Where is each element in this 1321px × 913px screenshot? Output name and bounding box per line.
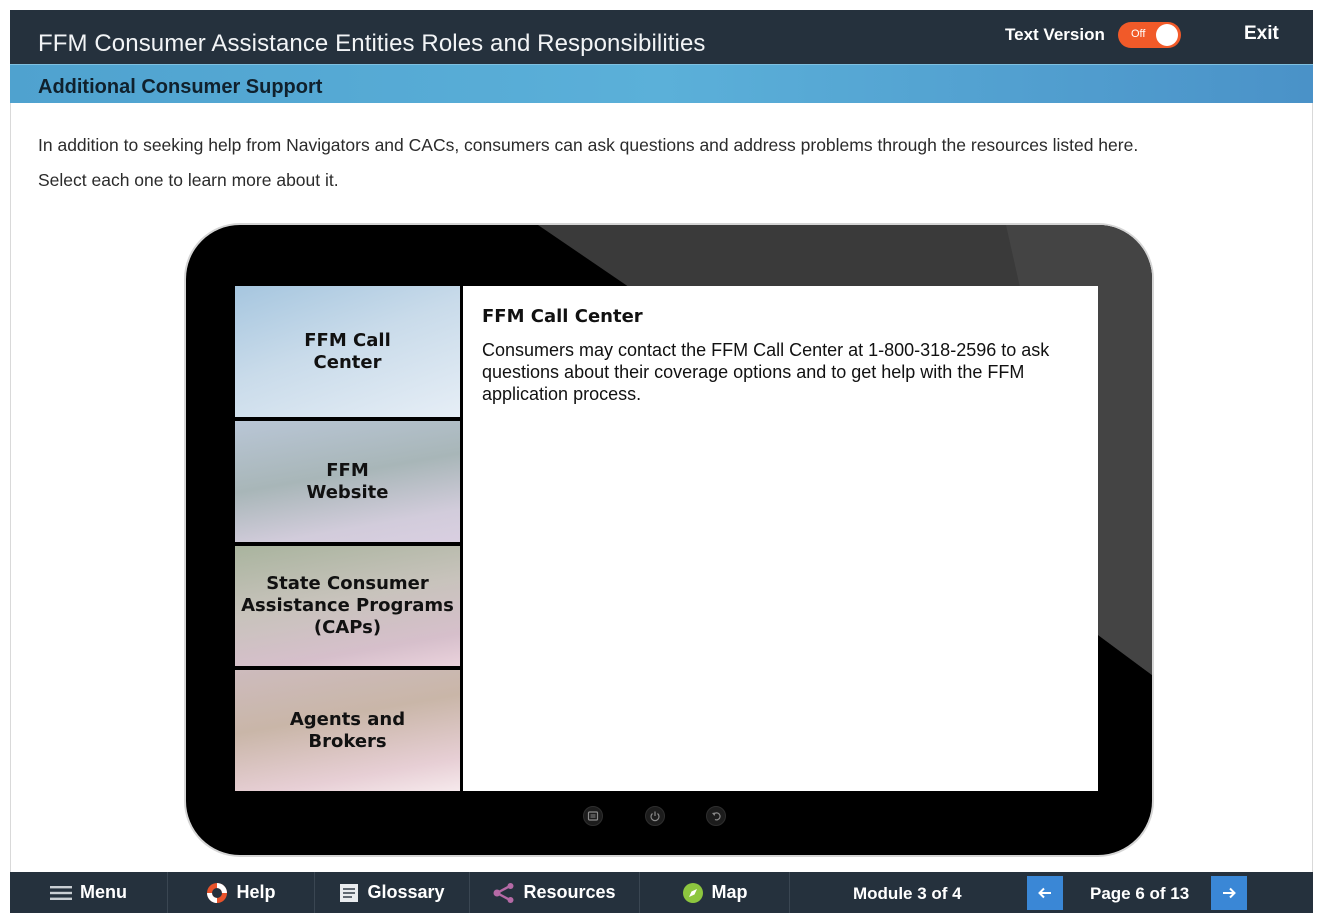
tablet-back-icon (706, 806, 726, 826)
toggle-knob (1156, 24, 1178, 46)
menu-label: Menu (80, 882, 127, 902)
help-button[interactable]: Help (168, 872, 315, 913)
resources-label: Resources (523, 882, 616, 902)
map-button[interactable]: Map (640, 872, 790, 913)
tab-agents-brokers[interactable]: Agents and Brokers (235, 670, 460, 791)
intro-line-2: Select each one to learn more about it. (38, 170, 339, 190)
text-version-label: Text Version (1005, 25, 1105, 44)
content-title: FFM Call Center (482, 306, 643, 327)
intro-text: In addition to seeking help from Navigat… (38, 128, 1288, 198)
toggle-state-label: Off (1131, 28, 1146, 40)
arrow-left-icon (1038, 887, 1051, 899)
module-indicator: Module 3 of 4 (853, 884, 962, 903)
map-label: Map (711, 882, 748, 902)
text-version-toggle[interactable]: Off (1118, 22, 1181, 48)
resources-button[interactable]: Resources (470, 872, 640, 913)
lifebuoy-icon (207, 882, 228, 903)
section-title: Additional Consumer Support (38, 76, 323, 98)
share-icon (493, 882, 514, 903)
top-bar: FFM Consumer Assistance Entities Roles a… (10, 10, 1313, 64)
content-body: Consumers may contact the FFM Call Cente… (482, 340, 1050, 404)
intro-line-1: In addition to seeking help from Navigat… (38, 135, 1139, 155)
exit-button[interactable]: Exit (1244, 23, 1279, 45)
resource-tabs: FFM Call Center FFM Website State Consum… (235, 286, 460, 791)
footer-bar: Menu Help Glossary Resources Map Module … (10, 872, 1313, 913)
hamburger-icon (50, 885, 72, 900)
tab-state-caps[interactable]: State Consumer Assistance Programs (CAPs… (235, 546, 460, 666)
tablet-power-icon (645, 806, 665, 826)
tablet-home-icon (583, 806, 603, 826)
book-icon (340, 883, 359, 902)
help-label: Help (236, 882, 276, 902)
course-title: FFM Consumer Assistance Entities Roles a… (38, 30, 706, 57)
arrow-right-icon (1223, 887, 1236, 899)
glossary-label: Glossary (367, 882, 445, 902)
tab-ffm-website[interactable]: FFM Website (235, 421, 460, 542)
content-panel: FFM Call Center Consumers may contact th… (463, 286, 1098, 791)
glossary-button[interactable]: Glossary (315, 872, 470, 913)
menu-button[interactable]: Menu (10, 872, 168, 913)
tab-ffm-call-center[interactable]: FFM Call Center (235, 286, 460, 417)
section-bar: Additional Consumer Support (10, 64, 1313, 103)
page-indicator: Page 6 of 13 (1090, 884, 1190, 903)
compass-icon (682, 882, 703, 903)
prev-page-button[interactable] (1027, 876, 1063, 910)
next-page-button[interactable] (1211, 876, 1247, 910)
